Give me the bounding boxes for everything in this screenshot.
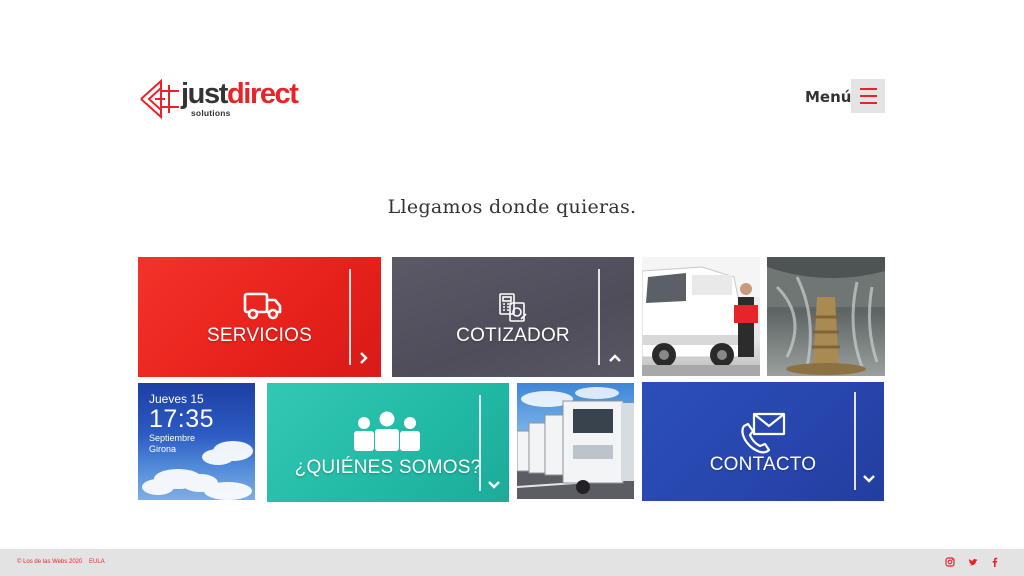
menu-label[interactable]: Menú	[805, 88, 851, 106]
people-group-icon	[354, 411, 420, 451]
quienes-somos-tile[interactable]: ¿QUIÉNES SOMOS?	[267, 383, 509, 502]
trucks-photo	[517, 383, 634, 499]
quienes-somos-label: ¿QUIÉNES SOMOS?	[294, 457, 482, 478]
delivery-van-photo	[642, 257, 760, 376]
copyright-link[interactable]: © Los de las Webs 2020	[17, 559, 82, 565]
brand-name: justdirect	[181, 78, 299, 110]
menu-button[interactable]	[851, 79, 885, 113]
hamburger-icon	[860, 88, 877, 90]
chevron-down-icon[interactable]	[862, 474, 876, 484]
logo[interactable]: justdirect solutions	[139, 77, 314, 123]
weather-city: Girona	[149, 444, 177, 454]
calculator-document-icon	[499, 293, 527, 322]
weather-widget: Jueves 15 17:35 Septiembre Girona	[138, 383, 255, 500]
eula-link[interactable]: EULA	[89, 559, 105, 565]
servicios-label: SERVICIOS	[207, 325, 312, 346]
cotizador-tile[interactable]: COTIZADOR	[392, 257, 634, 377]
contacto-label: CONTACTO	[709, 454, 817, 475]
fountain-photo	[767, 257, 885, 376]
logo-mark-icon	[140, 78, 179, 120]
footer: © Los de las Webs 2020 EULA	[0, 549, 1024, 576]
tagline: Llegamos donde quieras.	[387, 196, 637, 218]
truck-icon	[243, 292, 282, 320]
servicios-tile[interactable]: SERVICIOS	[138, 257, 381, 377]
twitter-icon[interactable]	[967, 556, 979, 568]
weather-day: Jueves 15	[149, 392, 204, 406]
weather-month: Septiembre	[149, 433, 196, 443]
chevron-up-icon[interactable]	[608, 353, 622, 363]
chevron-down-icon[interactable]	[487, 480, 501, 490]
envelope-phone-icon	[741, 412, 786, 454]
weather-time: 17:35	[149, 405, 215, 433]
facebook-icon[interactable]	[989, 556, 1001, 568]
chevron-right-icon[interactable]	[359, 351, 369, 365]
brand-subtitle: solutions	[191, 108, 231, 118]
instagram-icon[interactable]	[944, 556, 956, 568]
contacto-tile[interactable]: CONTACTO	[642, 382, 884, 501]
